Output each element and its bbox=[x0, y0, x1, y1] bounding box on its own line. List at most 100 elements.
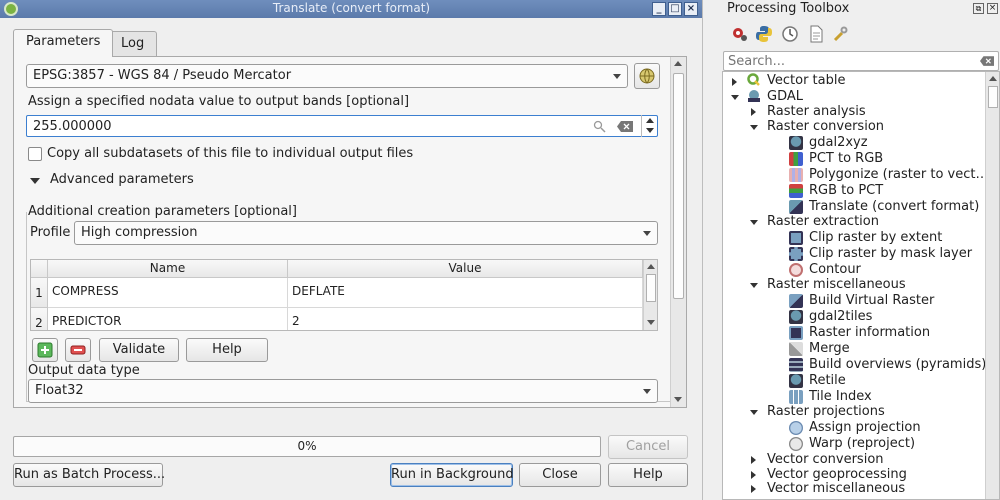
row-number[interactable]: 2 bbox=[31, 308, 48, 330]
profile-combo[interactable]: High compression bbox=[74, 221, 658, 245]
progress-text: 0% bbox=[297, 439, 317, 453]
tree-item-rgb-to-pct[interactable]: RGB to PCT bbox=[809, 183, 883, 199]
tree-item-polygonize[interactable]: Polygonize (raster to vect… bbox=[809, 167, 989, 183]
close-panel-icon[interactable]: × bbox=[987, 3, 998, 14]
history-icon[interactable] bbox=[781, 25, 799, 43]
table-scroll-thumb[interactable] bbox=[646, 274, 656, 302]
clear-icon[interactable] bbox=[617, 121, 633, 132]
maximize-button[interactable]: □ bbox=[668, 2, 682, 16]
tree-item-warp[interactable]: Warp (reproject) bbox=[809, 436, 915, 452]
tree-item-tile-index[interactable]: Tile Index bbox=[809, 389, 872, 405]
clear-search-icon[interactable] bbox=[980, 56, 994, 66]
crs-combo[interactable]: EPSG:3857 - WGS 84 / Pseudo Mercator bbox=[26, 64, 628, 88]
spin-down-icon[interactable] bbox=[646, 128, 654, 133]
python-scripts-icon[interactable] bbox=[755, 25, 773, 43]
copy-subdatasets-checkbox[interactable] bbox=[28, 147, 42, 161]
add-row-button[interactable] bbox=[32, 338, 58, 362]
close-window-button[interactable]: × bbox=[684, 2, 698, 16]
tree-item-clip-mask[interactable]: Clip raster by mask layer bbox=[809, 246, 972, 262]
tree-item-gdal2tiles[interactable]: gdal2tiles bbox=[809, 309, 872, 325]
advanced-parameters-toggle[interactable]: Advanced parameters bbox=[50, 172, 194, 187]
close-button[interactable]: Close bbox=[519, 463, 601, 487]
collapse-arrow-icon[interactable] bbox=[750, 410, 758, 415]
assign-projection-icon bbox=[789, 421, 803, 435]
run-in-background-button[interactable]: Run in Background bbox=[390, 463, 514, 487]
expand-arrow-icon[interactable] bbox=[751, 485, 756, 493]
tree-item-pct-to-rgb[interactable]: PCT to RGB bbox=[809, 151, 883, 167]
scroll-up-icon[interactable] bbox=[989, 76, 997, 81]
crs-select-button[interactable] bbox=[634, 63, 660, 89]
expand-arrow-icon[interactable] bbox=[751, 456, 756, 464]
output-type-combo[interactable]: Float32 bbox=[28, 379, 658, 403]
contour-icon bbox=[789, 263, 803, 277]
tree-item-assign-projection[interactable]: Assign projection bbox=[809, 420, 921, 436]
tree-item-raster-info[interactable]: Raster information bbox=[809, 325, 930, 341]
tab-log[interactable]: Log bbox=[108, 31, 158, 56]
tree-item-vector-table[interactable]: Vector table bbox=[767, 73, 845, 89]
run-batch-button[interactable]: Run as Batch Process... bbox=[13, 463, 165, 487]
value-spinner[interactable] bbox=[641, 115, 658, 137]
expand-arrow-icon[interactable] bbox=[751, 471, 756, 479]
spin-up-icon[interactable] bbox=[646, 118, 654, 123]
minimize-button[interactable]: _ bbox=[652, 2, 666, 16]
tree-item-raster-analysis[interactable]: Raster analysis bbox=[767, 104, 866, 120]
help-button[interactable]: Help bbox=[608, 463, 688, 487]
nodata-label: Assign a specified nodata value to outpu… bbox=[28, 94, 410, 109]
tree-item-merge[interactable]: Merge bbox=[809, 341, 850, 357]
table-scrollbar[interactable] bbox=[643, 260, 657, 330]
tree-item-build-vrt[interactable]: Build Virtual Raster bbox=[809, 293, 934, 309]
tree-scrollbar[interactable] bbox=[985, 72, 999, 499]
tree-item-raster-projections[interactable]: Raster projections bbox=[767, 404, 885, 420]
collapse-arrow-icon[interactable] bbox=[30, 178, 40, 184]
expand-arrow-icon[interactable] bbox=[751, 108, 756, 116]
tree-item-gdal2xyz[interactable]: gdal2xyz bbox=[809, 135, 868, 151]
results-viewer-icon[interactable] bbox=[807, 25, 825, 43]
panel-scroll-thumb[interactable] bbox=[673, 73, 684, 299]
validate-button[interactable]: Validate bbox=[99, 338, 179, 362]
toolbox-search-input[interactable] bbox=[723, 51, 999, 71]
clip-extent-icon bbox=[789, 231, 803, 245]
tree-item-raster-extraction[interactable]: Raster extraction bbox=[767, 214, 879, 230]
tree-item-clip-extent[interactable]: Clip raster by extent bbox=[809, 230, 942, 246]
tree-item-gdal[interactable]: GDAL bbox=[767, 89, 803, 105]
collapse-arrow-icon[interactable] bbox=[750, 220, 758, 225]
options-wrench-icon[interactable] bbox=[832, 25, 850, 43]
models-icon[interactable] bbox=[731, 25, 749, 43]
tile-index-icon bbox=[789, 390, 803, 404]
title-bar[interactable]: Translate (convert format) _ □ × bbox=[0, 0, 702, 18]
help-button-inner[interactable]: Help bbox=[186, 338, 268, 362]
tree-item-raster-misc[interactable]: Raster miscellaneous bbox=[767, 277, 906, 293]
tree-item-contour[interactable]: Contour bbox=[809, 262, 861, 278]
tree-item-retile[interactable]: Retile bbox=[809, 373, 846, 389]
table-cell-value[interactable]: DEFLATE bbox=[288, 278, 643, 308]
float-icon[interactable]: ⧉ bbox=[973, 3, 984, 14]
tree-item-vector-conversion[interactable]: Vector conversion bbox=[767, 452, 884, 468]
row-number[interactable]: 1 bbox=[31, 278, 48, 308]
toolbox-search-field[interactable] bbox=[728, 53, 968, 69]
tree-item-vector-misc[interactable]: Vector miscellaneous bbox=[767, 481, 905, 497]
table-cell-name[interactable]: PREDICTOR bbox=[48, 308, 288, 330]
panel-scrollbar[interactable] bbox=[670, 57, 686, 407]
table-header-value[interactable]: Value bbox=[288, 260, 643, 278]
tree-scroll-thumb[interactable] bbox=[988, 86, 998, 108]
window-title: Translate (convert format) bbox=[272, 1, 431, 15]
tree-item-raster-conversion[interactable]: Raster conversion bbox=[767, 119, 884, 135]
collapse-arrow-icon[interactable] bbox=[750, 283, 758, 288]
translate-icon bbox=[789, 200, 803, 214]
table-cell-value[interactable]: 2 bbox=[288, 308, 643, 330]
remove-row-button[interactable] bbox=[65, 338, 91, 362]
scroll-down-icon[interactable] bbox=[647, 320, 655, 325]
scroll-down-icon[interactable] bbox=[674, 397, 682, 402]
collapse-arrow-icon[interactable] bbox=[731, 95, 739, 100]
collapse-arrow-icon[interactable] bbox=[750, 125, 758, 130]
table-cell-name[interactable]: COMPRESS bbox=[48, 278, 288, 308]
table-header-name[interactable]: Name bbox=[48, 260, 288, 278]
scroll-up-icon[interactable] bbox=[647, 264, 655, 269]
nodata-input[interactable]: 255.000000 bbox=[26, 115, 658, 137]
scroll-up-icon[interactable] bbox=[674, 61, 682, 66]
tree-item-translate[interactable]: Translate (convert format) bbox=[809, 199, 979, 215]
cancel-button[interactable]: Cancel bbox=[608, 435, 688, 459]
tab-parameters[interactable]: Parameters bbox=[13, 29, 114, 57]
expand-arrow-icon[interactable] bbox=[732, 78, 737, 86]
tree-item-build-overviews[interactable]: Build overviews (pyramids) bbox=[809, 357, 986, 373]
